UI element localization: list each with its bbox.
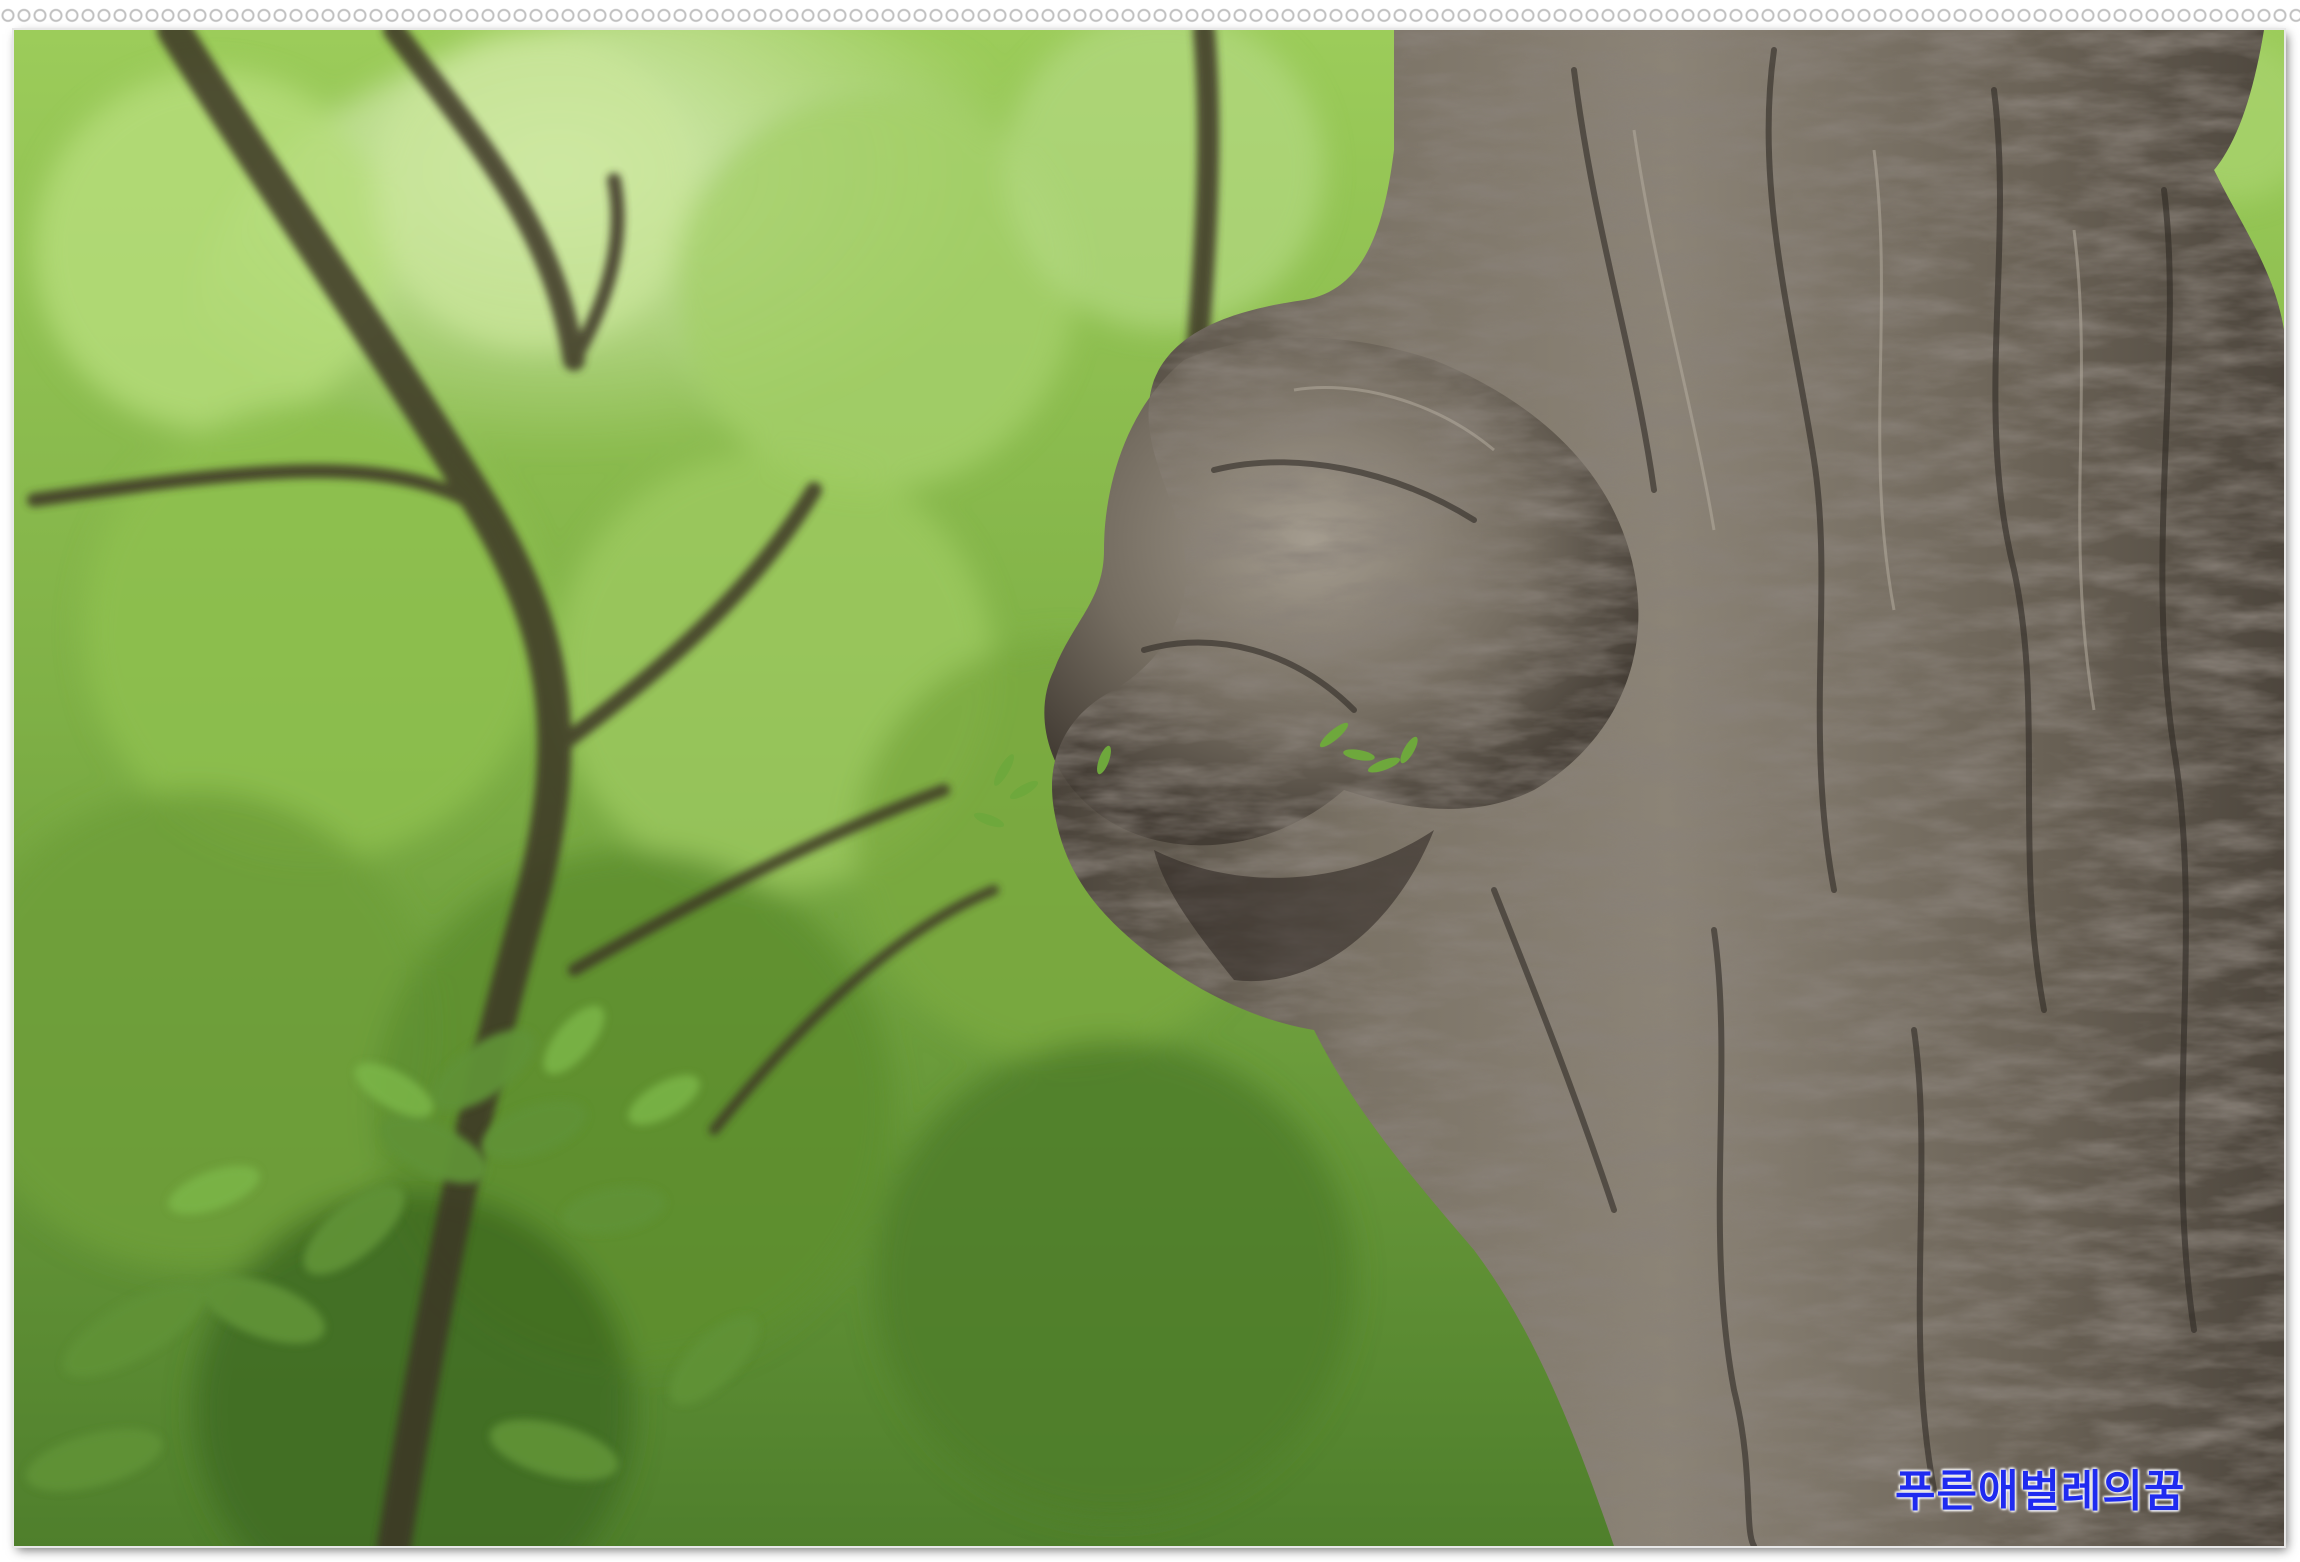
tree-photo (14, 30, 2284, 1546)
photo-frame (14, 30, 2284, 1546)
photo-page: 푸른애벌레의꿈 (0, 0, 2300, 1562)
spiral-binding-decoration (0, 0, 2300, 28)
watermark-text: 푸른애벌레의꿈 (1895, 1466, 2186, 1517)
